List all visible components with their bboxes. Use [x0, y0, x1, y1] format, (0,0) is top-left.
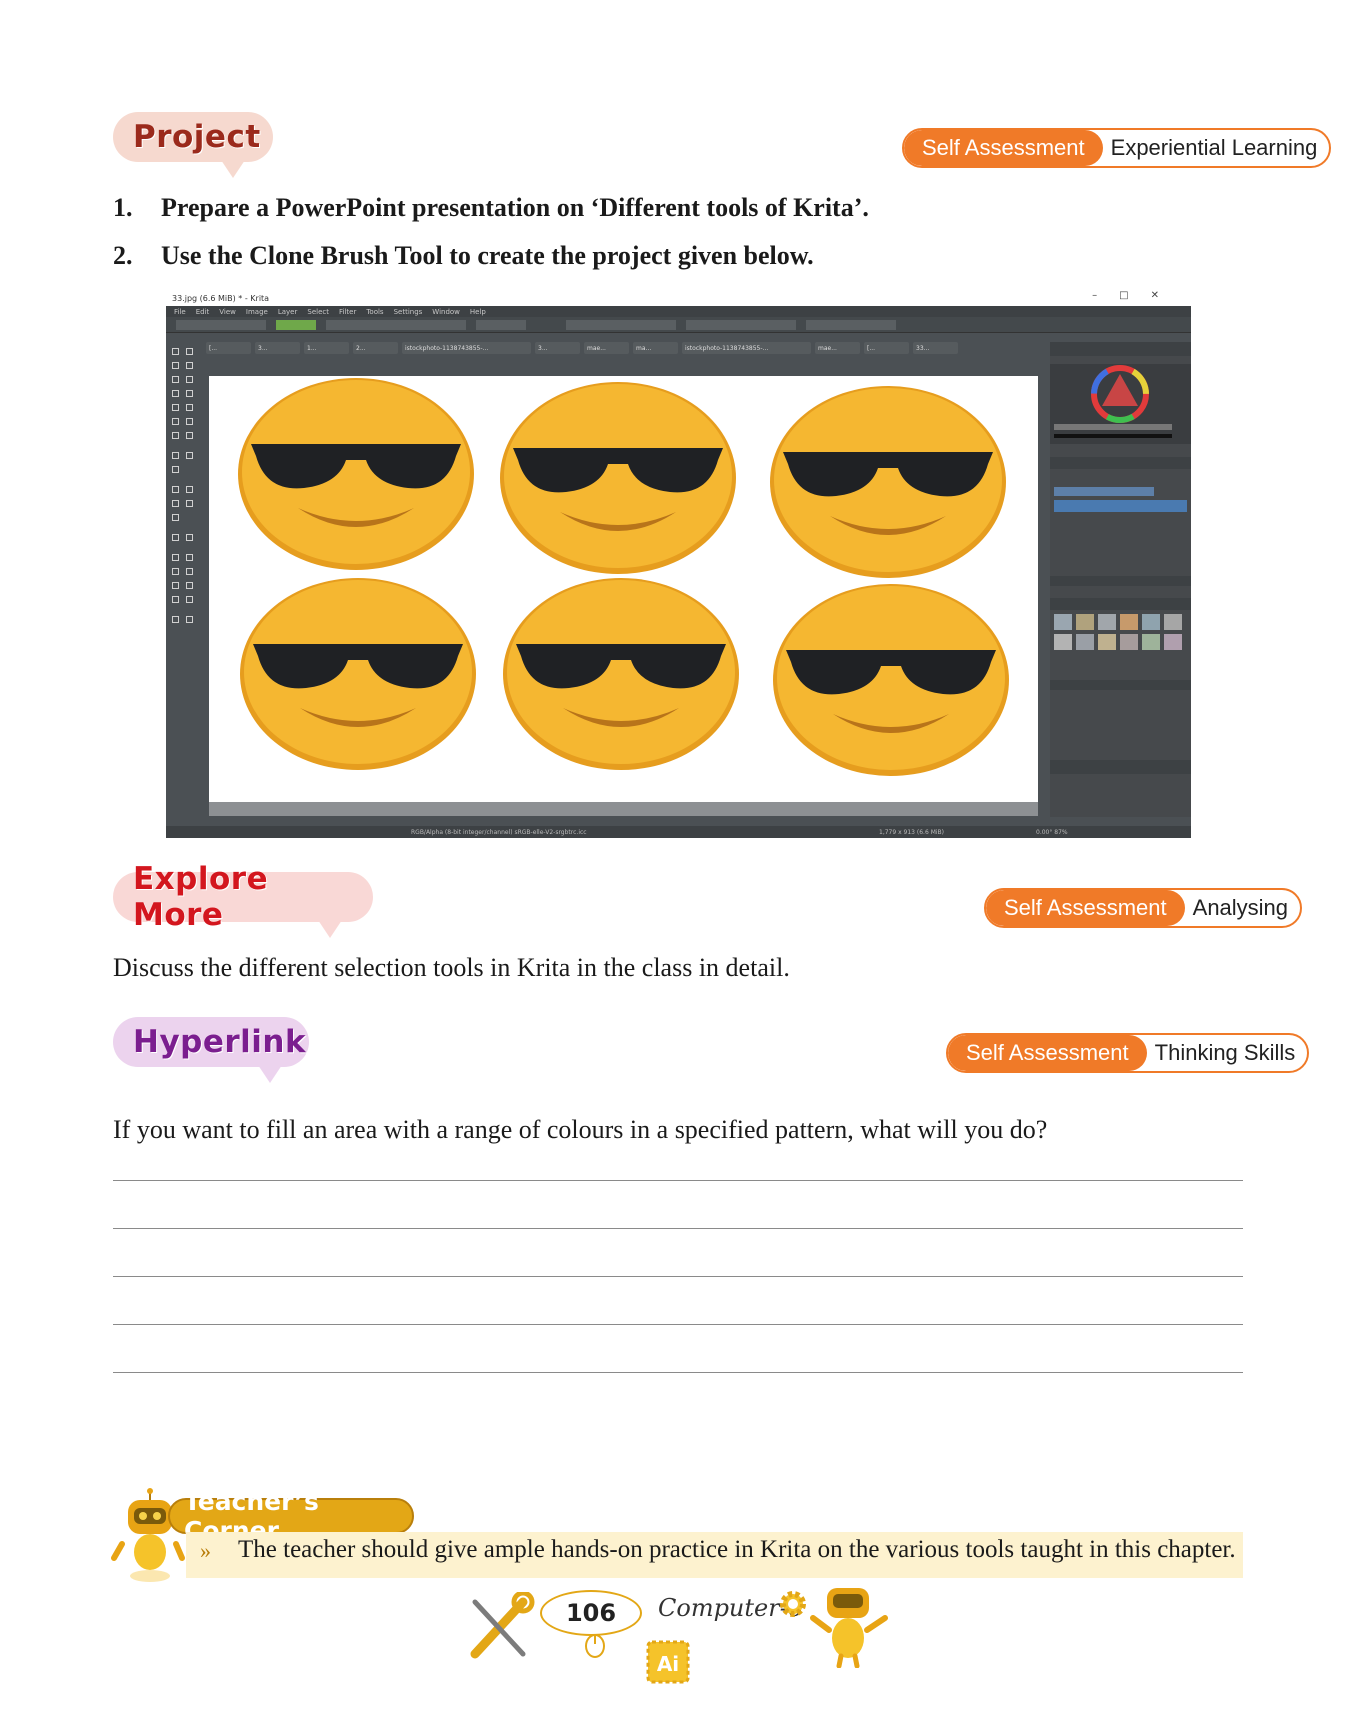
hyperlink-heading-text: Hyperlink — [133, 1024, 307, 1060]
answer-line — [113, 1276, 1243, 1277]
explore-text: Discuss the different selection tools in… — [113, 953, 790, 982]
item-number: 1. — [113, 193, 133, 222]
answer-line — [113, 1372, 1243, 1373]
answer-line — [113, 1228, 1243, 1229]
sunglasses-emoji-icon — [240, 578, 476, 770]
project-heading: Project — [113, 112, 273, 178]
teachers-corner-note: The teacher should give ample hands-on p… — [238, 1536, 1236, 1563]
answer-line — [113, 1180, 1243, 1181]
project-item-2: 2. Use the Clone Brush Tool to create th… — [113, 241, 814, 271]
krita-toolbar — [166, 317, 1191, 333]
menu-image: Image — [245, 307, 268, 316]
hyperlink-heading: Hyperlink — [113, 1017, 309, 1083]
menu-layer: Layer — [277, 307, 298, 316]
emoji-grid — [238, 378, 1009, 776]
teachers-corner-heading: Teacher’s Corner — [168, 1487, 414, 1545]
badge-left: Self Assessment — [948, 1035, 1147, 1071]
krita-canvas — [209, 376, 1038, 802]
project-assessment-badge: Self Assessment Experiential Learning — [902, 128, 1332, 168]
status-rotation-zoom: 0.00° 87% — [1036, 828, 1068, 836]
krita-dockers — [1050, 342, 1191, 817]
badge-right: Thinking Skills — [1154, 1040, 1296, 1065]
krita-document-tabs: [... 3... 1... 2... istockphoto-11387438… — [206, 342, 958, 356]
doc-tab: 1... — [304, 342, 349, 354]
menu-tools: Tools — [366, 307, 384, 316]
doc-tab: [... — [206, 342, 251, 354]
badge-right: Experiential Learning — [1110, 135, 1318, 160]
krita-status-bar: RGB/Alpha (8-bit integer/channel) sRGB-e… — [166, 826, 1191, 838]
sunglasses-emoji-icon — [238, 378, 474, 570]
badge-right: Analysing — [1192, 895, 1289, 920]
doc-tab: istockphoto-1138743855-... — [402, 342, 531, 354]
project-heading-text: Project — [133, 119, 261, 155]
doc-tab: ma... — [633, 342, 678, 354]
badge-left: Self Assessment — [986, 890, 1185, 926]
doc-tab: mae... — [584, 342, 629, 354]
doc-tab: 3... — [535, 342, 580, 354]
badge-left: Self Assessment — [904, 130, 1103, 166]
item-text: Use the Clone Brush Tool to create the p… — [161, 241, 814, 270]
sunglasses-emoji-icon — [773, 584, 1009, 776]
answer-line — [113, 1324, 1243, 1325]
doc-tab: 33... — [913, 342, 958, 354]
item-number: 2. — [113, 241, 133, 270]
menu-settings: Settings — [393, 307, 423, 316]
bullet-icon: » — [200, 1538, 211, 1563]
ai-chip-icon: Ai — [646, 1640, 690, 1684]
hyperlink-assessment-badge: Self Assessment Thinking Skills — [946, 1033, 1310, 1073]
menu-file: File — [174, 307, 186, 316]
explore-more-heading: Explore More — [113, 861, 373, 938]
robot-footer-icon — [810, 1588, 888, 1668]
menu-help: Help — [469, 307, 486, 316]
krita-toolbox — [166, 342, 204, 802]
brush-presets-grid — [1054, 614, 1182, 650]
status-image-size: 1,779 x 913 (6.6 MiB) — [879, 828, 944, 836]
doc-tab: 2... — [353, 342, 398, 354]
hyperlink-question: If you want to fill an area with a range… — [113, 1115, 1048, 1144]
window-controls-icon: –□✕ — [1092, 290, 1181, 301]
krita-title: 33.jpg (6.6 MiB) * - Krita — [172, 293, 270, 303]
doc-tab: istockphoto-1138743855-... — [682, 342, 811, 354]
explore-assessment-badge: Self Assessment Analysing — [984, 888, 1303, 928]
sunglasses-emoji-icon — [770, 386, 1006, 578]
krita-title-bar: 33.jpg (6.6 MiB) * - Krita –□✕ — [166, 290, 1191, 306]
status-color-profile: RGB/Alpha (8-bit integer/channel) sRGB-e… — [411, 828, 587, 836]
menu-select: Select — [307, 307, 329, 316]
doc-tab: 3... — [255, 342, 300, 354]
menu-filter: Filter — [338, 307, 357, 316]
item-text: Prepare a PowerPoint presentation on ‘Di… — [161, 193, 869, 222]
sunglasses-emoji-icon — [503, 578, 739, 770]
menu-edit: Edit — [195, 307, 210, 316]
menu-view: View — [219, 307, 236, 316]
tools-icon — [470, 1592, 535, 1659]
project-item-1: 1. Prepare a PowerPoint presentation on … — [113, 193, 869, 223]
doc-tab: [... — [864, 342, 909, 354]
dockers-graphic — [1050, 342, 1191, 774]
doc-tab: mae... — [815, 342, 860, 354]
canvas-scrollbar — [209, 802, 1038, 816]
menu-window: Window — [432, 307, 460, 316]
svg-text:Ai: Ai — [657, 1652, 679, 1676]
krita-screenshot: 33.jpg (6.6 MiB) * - Krita –□✕ File Edit… — [166, 290, 1191, 838]
krita-menu-bar: File Edit View Image Layer Select Filter… — [166, 306, 1191, 317]
mouse-icon — [585, 1634, 605, 1658]
sunglasses-emoji-icon — [500, 382, 736, 574]
